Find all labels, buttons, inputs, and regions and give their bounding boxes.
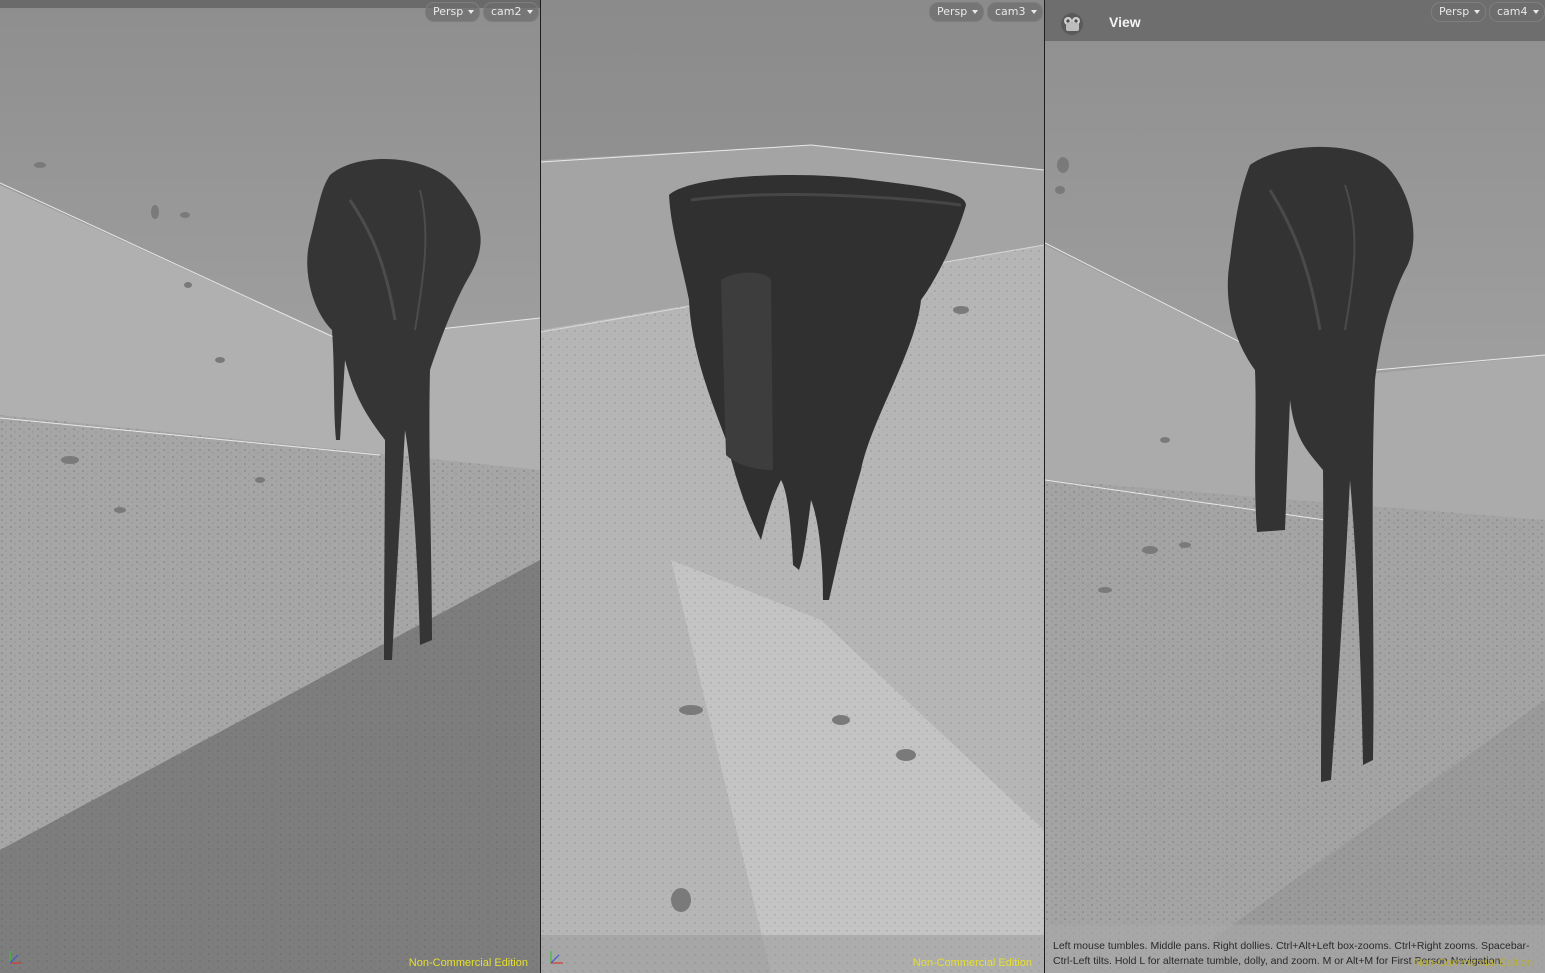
camera-menu[interactable]: cam2 — [483, 2, 539, 22]
viewport-cam2[interactable]: Persp cam2 Non-Commercial Edition — [0, 0, 540, 973]
chevron-down-icon — [972, 10, 979, 14]
projection-menu[interactable]: Persp — [1431, 2, 1487, 22]
viewport-cam3[interactable]: Persp cam3 Non-Commercial Edition — [541, 0, 1044, 973]
projection-menu[interactable]: Persp — [929, 2, 985, 22]
chevron-down-icon — [1474, 10, 1481, 14]
edition-label: Non-Commercial Edition — [1413, 957, 1533, 969]
chevron-down-icon — [1532, 10, 1539, 14]
chevron-down-icon — [526, 10, 533, 14]
chevron-down-icon — [468, 10, 475, 14]
scene-render[interactable] — [541, 0, 1044, 973]
scene-render[interactable] — [1045, 0, 1545, 973]
chevron-down-icon — [1030, 10, 1037, 14]
view-title: View — [1109, 14, 1141, 30]
axis-gizmo-icon — [550, 951, 563, 964]
camera-menu[interactable]: cam3 — [987, 2, 1043, 22]
edition-label: Non-Commercial Edition — [408, 957, 528, 969]
axis-gizmo-icon — [9, 951, 22, 964]
view-icon[interactable] — [1059, 11, 1085, 37]
edition-label: Non-Commercial Edition — [912, 957, 1032, 969]
scene-render[interactable] — [0, 0, 540, 973]
camera-menu[interactable]: cam4 — [1489, 2, 1545, 22]
projection-menu[interactable]: Persp — [425, 2, 481, 22]
viewport-cam4[interactable]: View Persp cam4 Left mouse tumbles. Midd… — [1045, 0, 1545, 973]
